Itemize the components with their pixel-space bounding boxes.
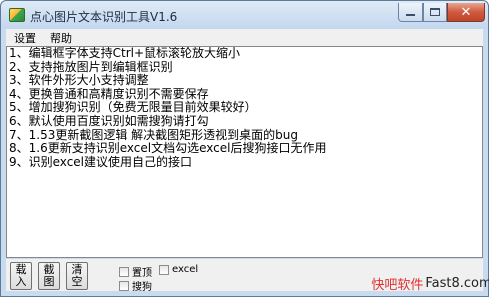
close-icon: ✕ [460, 4, 472, 20]
clear-button[interactable]: 清空 [66, 262, 88, 290]
text-line-6: 6、默认使用百度识别如需搜狗请打勾 [9, 113, 209, 128]
menu-settings[interactable]: 设置 [6, 30, 42, 46]
menu-bar: 设置 帮助 [6, 29, 483, 46]
minimize-icon [406, 14, 415, 16]
window-title: 点心图片文本识别工具V1.6 [30, 10, 178, 24]
minimize-button[interactable] [398, 3, 423, 22]
maximize-button[interactable] [423, 3, 447, 22]
site-watermark: 快吧软件 Fast8.com [371, 270, 489, 297]
watermark-text-domain: Fast8.com [425, 276, 489, 291]
close-button[interactable]: ✕ [447, 3, 485, 22]
menu-help[interactable]: 帮助 [42, 30, 78, 46]
excel-checkbox[interactable]: excel [159, 264, 198, 275]
screenshot-button[interactable]: 截图 [38, 262, 60, 290]
topmost-checkbox-box[interactable] [119, 266, 129, 277]
text-line-1: 1、编辑框字体支持Ctrl+鼠标滚轮放大缩小 [9, 46, 241, 60]
text-line-3: 3、软件外形大小支持调整 [9, 73, 149, 88]
maximize-icon [430, 8, 440, 16]
title-bar[interactable]: 点心图片文本识别工具V1.6 ✕ [1, 1, 488, 29]
sogou-label: 搜狗 [132, 282, 152, 293]
text-line-8: 8、1.6更新支持识别excel文档勾选excel后搜狗接口无作用 [9, 141, 327, 156]
text-line-5: 5、增加搜狗识别（免费无限量目前效果较好） [9, 100, 257, 115]
sogou-checkbox[interactable]: 搜狗 [119, 278, 152, 293]
load-button[interactable]: 载入 [10, 262, 32, 290]
excel-label: excel [172, 264, 199, 275]
result-text-area[interactable]: 1、编辑框字体支持Ctrl+鼠标滚轮放大缩小 2、支持拖放图片到编辑框识别 3、… [6, 46, 483, 258]
text-line-9: 9、识别excel建议使用自己的接口 [9, 154, 193, 169]
sogou-checkbox-box[interactable] [119, 280, 129, 291]
excel-checkbox-box[interactable] [159, 264, 169, 275]
app-window: 点心图片文本识别工具V1.6 ✕ 设置 帮助 1、编辑框字体支持Ctrl+鼠标滚… [0, 0, 489, 297]
watermark-text-cn: 快吧软件 [371, 278, 424, 293]
app-icon [9, 8, 25, 22]
topmost-checkbox[interactable]: 置顶 [119, 264, 152, 279]
topmost-label: 置顶 [132, 268, 152, 279]
